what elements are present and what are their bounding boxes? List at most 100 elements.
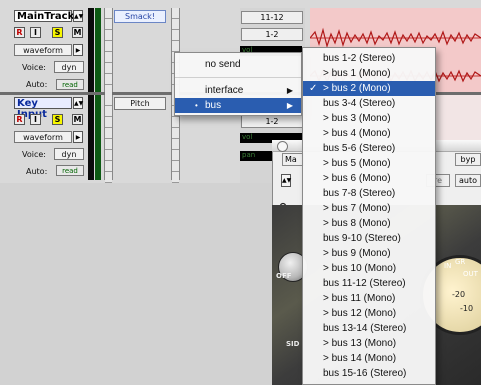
bus-menu-item[interactable]: > bus 5 (Mono) [303,156,435,171]
bus-menu-item-label: > bus 9 (Mono) [323,248,391,259]
bus-menu-item-label: bus 11-12 (Stereo) [323,278,406,289]
input-selector[interactable]: 11-12 [241,11,303,24]
voice-selector[interactable]: dyn [54,61,84,73]
bus-menu-item-label: > bus 14 (Mono) [323,353,397,364]
bus-menu-item[interactable]: > bus 1 (Mono) [303,66,435,81]
bus-menu-item[interactable]: bus 3-4 (Stereo) [303,96,435,111]
bus-menu-item-label: > bus 13 (Mono) [323,338,397,349]
output-selector[interactable]: 1-2 [241,28,303,41]
bus-menu-item[interactable]: bus 13-14 (Stereo) [303,321,435,336]
menu-item-interface-label: interface [205,85,244,96]
level-meter-left [88,95,94,180]
bus-menu-item[interactable]: > bus 9 (Mono) [303,246,435,261]
auto-label: Auto: [26,80,48,89]
chevron-right-icon[interactable]: ▶ [73,44,83,56]
bus-menu-item-label: bus 13-14 (Stereo) [323,323,407,334]
bus-menu-item-label: > bus 6 (Mono) [323,173,391,184]
bus-menu-item-label: > bus 5 (Mono) [323,158,391,169]
bus-menu-item-label: bus 7-8 (Stereo) [323,188,396,199]
bus-menu-item-label: bus 1-2 (Stereo) [323,53,396,64]
bus-menu-item[interactable]: bus 1-2 (Stereo) [303,51,435,66]
side-label: SID [286,340,300,348]
bus-menu-item-label: > bus 4 (Mono) [323,128,391,139]
menu-item-no-send[interactable]: no send [175,57,301,72]
bus-menu-item[interactable]: > bus 8 (Mono) [303,216,435,231]
input-button[interactable]: I [30,27,41,38]
bus-menu-item[interactable]: > bus 10 (Mono) [303,261,435,276]
meter-label-in: IN [444,262,452,270]
insert-slot-column[interactable] [104,8,113,96]
bus-menu-item-label: bus 3-4 (Stereo) [323,98,396,109]
meter-label-gr: GR [455,258,466,266]
bus-menu-item[interactable]: > bus 14 (Mono) [303,351,435,366]
bus-menu-item[interactable]: > bus 12 (Mono) [303,306,435,321]
selected-dot-icon: • [195,101,198,110]
solo-button[interactable]: S [52,27,63,38]
bus-menu-item-label: > bus 10 (Mono) [323,263,397,274]
meter-scale-minus20: -20 [452,290,466,299]
track-name-arrows-icon[interactable]: ▲▼ [73,97,83,109]
voice-label: Voice: [22,150,46,159]
level-meter-right [95,8,101,92]
bus-menu-item[interactable]: > bus 13 (Mono) [303,336,435,351]
bus-menu-item[interactable]: bus 9-10 (Stereo) [303,231,435,246]
meter-label-out: OUT [463,270,478,278]
insert-slot-column[interactable] [104,95,113,183]
knob-off-label: OFF [276,272,292,280]
automation-mode[interactable]: read [56,79,84,90]
voice-selector[interactable]: dyn [54,148,84,160]
send-context-menu: no send interface ▶ • bus ▶ [174,52,302,116]
bus-menu-item-label: > bus 12 (Mono) [323,308,397,319]
level-meter-left [88,8,94,92]
track-name-maintrack[interactable]: MainTrack [14,10,74,22]
bus-menu-item-label: bus 15-16 (Stereo) [323,368,407,379]
auto-button[interactable]: auto [455,174,481,187]
close-icon[interactable] [277,141,288,152]
bus-menu-item[interactable]: ✓ > bus 2 (Mono) [303,81,435,96]
insert-plugin-pitch[interactable]: Pitch [114,97,166,110]
chevron-right-icon[interactable]: ▶ [73,131,83,143]
bypass-button[interactable]: byp [455,153,481,166]
meter-scale-minus10: -10 [460,304,474,313]
bus-menu-item-label: > bus 2 (Mono) [323,83,391,94]
submenu-arrow-icon: ▶ [286,101,293,110]
submenu-arrow-icon: ▶ [286,86,293,95]
bus-menu-item-label: > bus 7 (Mono) [323,203,391,214]
mute-button[interactable]: M [72,114,83,125]
bus-menu-item[interactable]: bus 15-16 (Stereo) [303,366,435,381]
mute-button[interactable]: M [72,27,83,38]
insert-plugin-smack[interactable]: Smack! [114,10,166,23]
record-button[interactable]: R [14,114,25,125]
track-name-arrows-icon[interactable]: ▲▼ [73,10,83,22]
record-button[interactable]: R [14,27,25,38]
track-name-key-input[interactable]: Key Input [14,97,72,120]
bus-menu-item[interactable]: bus 5-6 (Stereo) [303,141,435,156]
waveform-view-selector[interactable]: waveform [14,131,72,143]
plugin-track-selector[interactable]: Ma [282,153,304,166]
solo-button[interactable]: S [52,114,63,125]
bus-menu-item[interactable]: bus 7-8 (Stereo) [303,186,435,201]
bus-menu-item[interactable]: > bus 3 (Mono) [303,111,435,126]
waveform-view-selector[interactable]: waveform [14,44,72,56]
preset-arrows-icon[interactable]: ▲▼ [281,174,291,187]
input-button[interactable]: I [30,114,41,125]
bus-menu-item-label: > bus 3 (Mono) [323,113,391,124]
output-selector[interactable]: 1-2 [241,115,303,128]
bus-menu-item[interactable]: > bus 11 (Mono) [303,291,435,306]
level-meter-right [95,95,101,180]
menu-item-bus[interactable]: • bus ▶ [175,98,301,113]
bus-menu-item-label: bus 9-10 (Stereo) [323,233,401,244]
auto-label: Auto: [26,167,48,176]
menu-item-interface[interactable]: interface ▶ [175,83,301,98]
bus-menu-item[interactable]: > bus 7 (Mono) [303,201,435,216]
voice-label: Voice: [22,63,46,72]
bus-menu-item-label: bus 5-6 (Stereo) [323,143,396,154]
bus-menu-item[interactable]: > bus 6 (Mono) [303,171,435,186]
bus-menu-item[interactable]: > bus 4 (Mono) [303,126,435,141]
bus-menu-item-label: > bus 11 (Mono) [323,293,396,304]
key-icon[interactable] [279,195,298,210]
menu-divider [175,77,301,78]
bus-menu-item[interactable]: bus 11-12 (Stereo) [303,276,435,291]
automation-mode[interactable]: read [56,165,84,176]
checkmark-icon: ✓ [309,83,318,94]
